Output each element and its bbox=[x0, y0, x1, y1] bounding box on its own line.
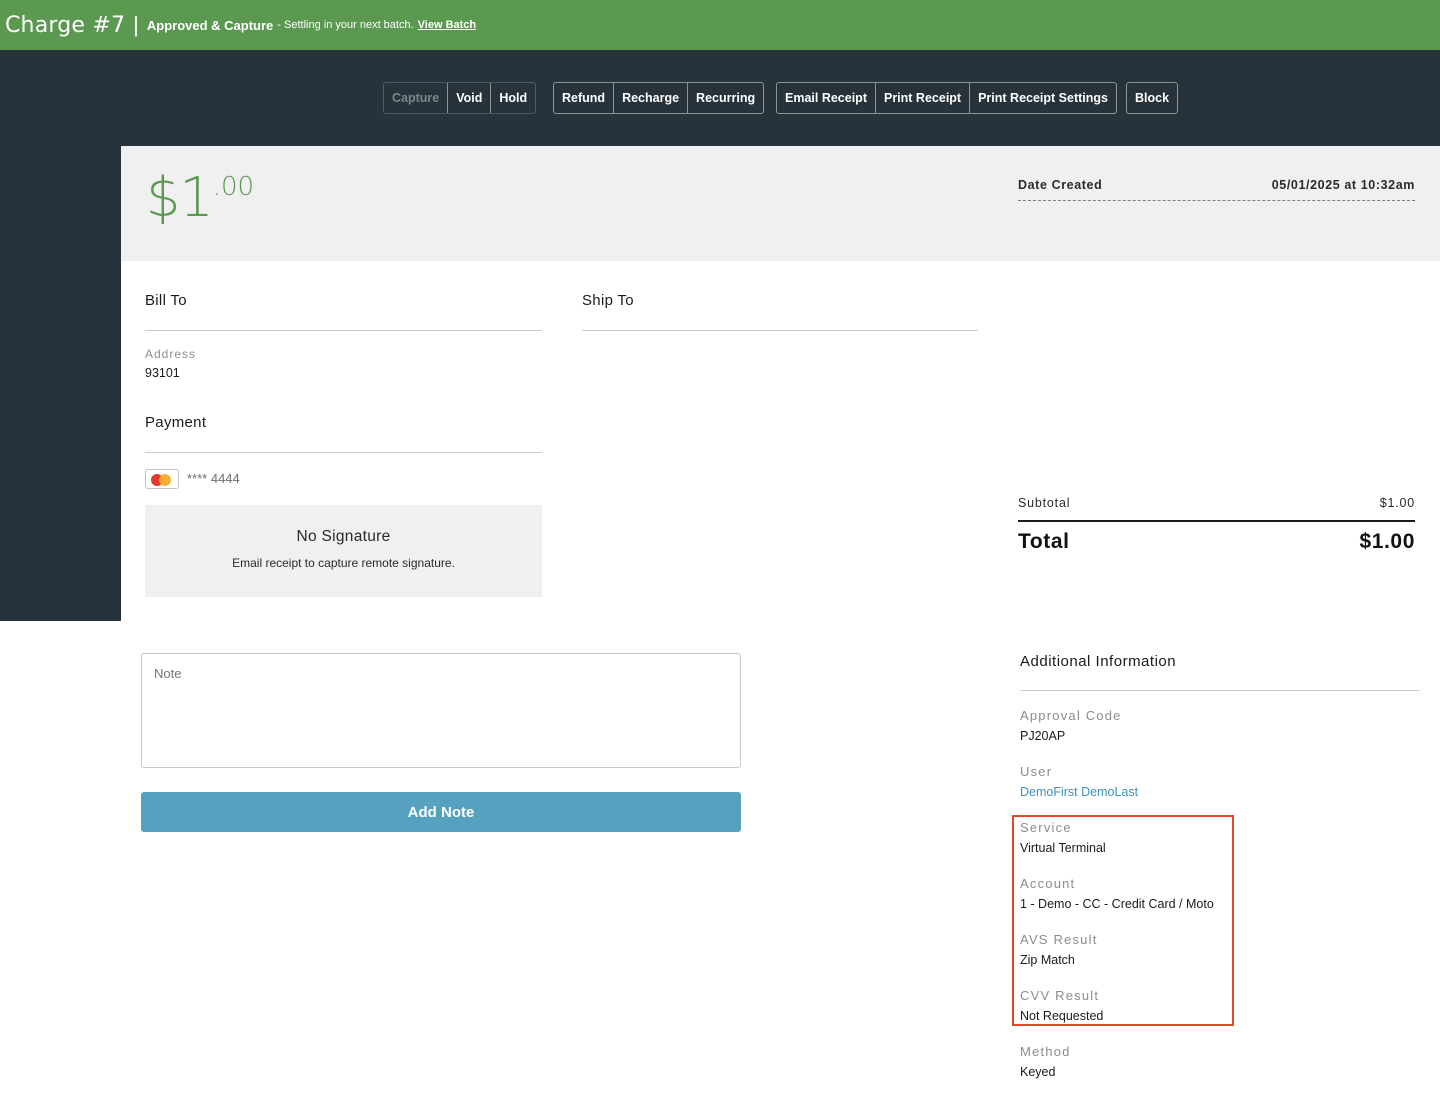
total-row: Total $1.00 bbox=[1018, 530, 1415, 554]
method-label: Method bbox=[1020, 1044, 1071, 1059]
charge-card: $1.00 Date Created 05/01/2025 at 10:32am… bbox=[121, 146, 1440, 621]
user-label: User bbox=[1020, 764, 1053, 779]
method-value: Keyed bbox=[1020, 1065, 1056, 1079]
highlight-box bbox=[1012, 815, 1234, 1026]
user-link[interactable]: DemoFirst DemoLast bbox=[1020, 785, 1138, 799]
bill-to-divider bbox=[145, 330, 542, 331]
approval-code-value: PJ20AP bbox=[1020, 729, 1066, 743]
charge-summary: $1.00 Date Created 05/01/2025 at 10:32am bbox=[121, 146, 1440, 261]
subtotal-label: Subtotal bbox=[1018, 496, 1071, 510]
date-created-row: Date Created 05/01/2025 at 10:32am bbox=[1018, 178, 1415, 201]
recharge-button[interactable]: Recharge bbox=[614, 83, 689, 113]
date-created-value: 05/01/2025 at 10:32am bbox=[1271, 178, 1415, 192]
block-actions-group: Block bbox=[1126, 82, 1179, 114]
date-created-label: Date Created bbox=[1018, 178, 1103, 192]
card-number: **** 4444 bbox=[187, 471, 240, 486]
amount-cents: .00 bbox=[212, 172, 255, 202]
address-label: Address bbox=[145, 347, 197, 361]
amount-dollars: $1 bbox=[146, 166, 214, 229]
approval-code-label: Approval Code bbox=[1020, 708, 1122, 723]
payment-title: Payment bbox=[145, 414, 207, 431]
dark-panel: Capture Void Hold Refund Recharge Recurr… bbox=[0, 50, 1440, 621]
receipt-actions-group: Email Receipt Print Receipt Print Receip… bbox=[776, 82, 1117, 114]
status-detail: - Settling in your next batch. bbox=[277, 19, 414, 31]
total-label: Total bbox=[1018, 530, 1070, 553]
subtotal-row: Subtotal $1.00 bbox=[1018, 496, 1415, 510]
mastercard-icon bbox=[145, 469, 179, 489]
refund-button[interactable]: Refund bbox=[554, 83, 615, 113]
view-batch-link[interactable]: View Batch bbox=[418, 19, 477, 31]
ship-to-title: Ship To bbox=[582, 292, 634, 309]
additional-info-divider bbox=[1020, 690, 1420, 691]
ship-to-divider bbox=[582, 330, 978, 331]
charge-title: Charge #7 bbox=[5, 12, 126, 38]
signature-box: No Signature Email receipt to capture re… bbox=[145, 505, 542, 597]
signature-hint: Email receipt to capture remote signatur… bbox=[232, 556, 455, 570]
capture-button: Capture bbox=[384, 83, 449, 113]
void-button[interactable]: Void bbox=[448, 83, 492, 113]
title-separator: | bbox=[133, 12, 139, 37]
action-toolbar: Capture Void Hold Refund Recharge Recurr… bbox=[0, 82, 1440, 114]
signature-title: No Signature bbox=[296, 528, 391, 545]
print-receipt-settings-button[interactable]: Print Receipt Settings bbox=[970, 83, 1116, 113]
charge-amount: $1.00 bbox=[146, 166, 254, 229]
add-note-button[interactable]: Add Note bbox=[141, 792, 741, 832]
recurring-button[interactable]: Recurring bbox=[688, 83, 763, 113]
charge-status: Approved & Capture bbox=[146, 17, 274, 33]
block-button[interactable]: Block bbox=[1127, 83, 1177, 113]
status-bar: Charge #7 | Approved & Capture - Settlin… bbox=[0, 0, 1440, 50]
subtotal-value: $1.00 bbox=[1379, 496, 1415, 510]
capture-actions-group: Capture Void Hold bbox=[383, 82, 537, 114]
bill-to-title: Bill To bbox=[145, 292, 187, 309]
payment-divider bbox=[145, 452, 542, 453]
address-value: 93101 bbox=[145, 366, 180, 380]
note-input[interactable] bbox=[141, 653, 741, 768]
refund-actions-group: Refund Recharge Recurring bbox=[553, 82, 765, 114]
print-receipt-button[interactable]: Print Receipt bbox=[876, 83, 971, 113]
additional-info-title: Additional Information bbox=[1020, 653, 1177, 670]
total-divider bbox=[1018, 520, 1415, 522]
email-receipt-button[interactable]: Email Receipt bbox=[777, 83, 876, 113]
total-value: $1.00 bbox=[1359, 530, 1415, 553]
hold-button[interactable]: Hold bbox=[491, 83, 535, 113]
